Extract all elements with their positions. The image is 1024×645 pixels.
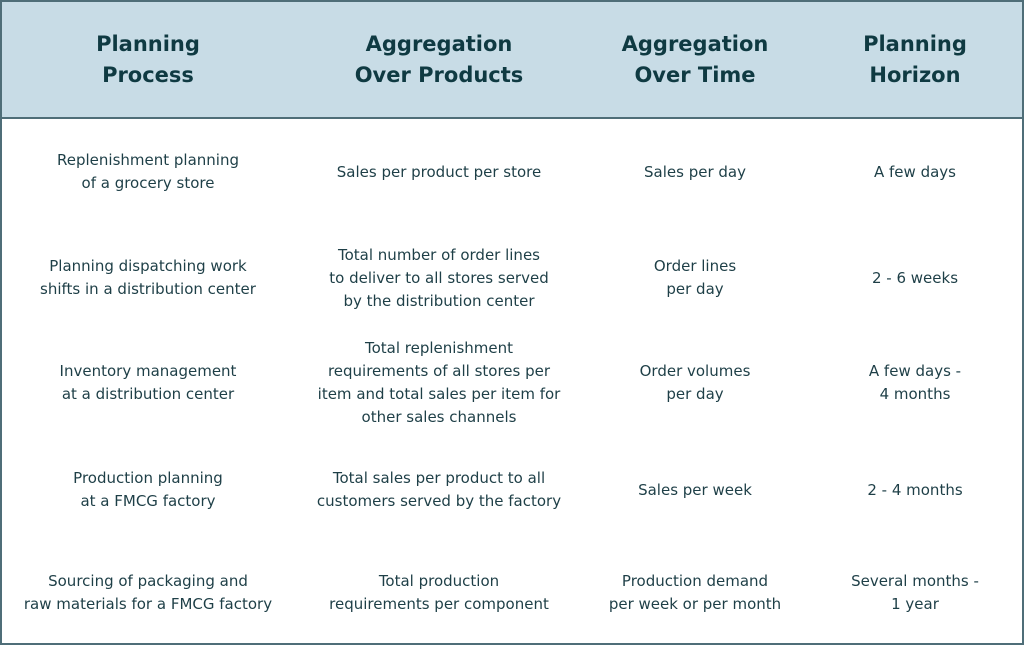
header-aggregation-over-time: Aggregation Over Time: [621, 31, 769, 87]
cell-planning-horizon: A few days - 4 months: [868, 362, 962, 403]
cell-planning-process: Sourcing of packaging and raw materials …: [23, 572, 273, 613]
cell-aggregation-time: Order volumes per day: [639, 362, 751, 403]
cell-planning-process: Production planning at a FMCG factory: [73, 469, 223, 510]
cell-aggregation-time: Production demand per week or per month: [608, 572, 782, 613]
header-planning-process: Planning Process: [96, 31, 200, 87]
planning-table: Planning Process Aggregation Over Produc…: [0, 0, 1024, 645]
cell-planning-process: Inventory management at a distribution c…: [59, 362, 237, 403]
cell-aggregation-products: Total replenishment requirements of all …: [317, 339, 561, 426]
cell-aggregation-time: Sales per week: [638, 480, 752, 499]
cell-aggregation-products: Total sales per product to all customers…: [316, 469, 562, 510]
table-header: Planning Process Aggregation Over Produc…: [2, 2, 1022, 119]
cell-aggregation-time: Order lines per day: [653, 257, 737, 298]
cell-planning-horizon: Several months - 1 year: [851, 572, 979, 613]
cell-aggregation-products: Sales per product per store: [336, 162, 542, 181]
cell-planning-process: Planning dispatching work shifts in a di…: [40, 257, 256, 298]
cell-planning-process: Replenishment planning of a grocery stor…: [57, 151, 239, 192]
cell-planning-horizon: 2 - 4 months: [867, 480, 963, 499]
header-planning-horizon: Planning Horizon: [863, 31, 967, 87]
cell-planning-horizon: A few days: [874, 162, 956, 181]
header-aggregation-over-products: Aggregation Over Products: [354, 31, 524, 87]
cell-planning-horizon: 2 - 6 weeks: [871, 268, 959, 287]
cell-aggregation-products: Total number of order lines to deliver t…: [329, 245, 549, 310]
cell-aggregation-time: Sales per day: [644, 162, 746, 181]
cell-aggregation-products: Total production requirements per compon…: [329, 572, 549, 613]
